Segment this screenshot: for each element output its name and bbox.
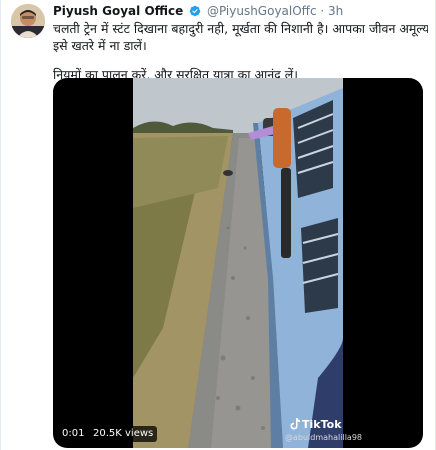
handle[interactable]: @PiyushGoyalOffc xyxy=(207,4,317,18)
tweet-text-line: चलती ट्रेन में स्टंट दिखाना बहादुरी नही,… xyxy=(53,21,428,36)
video-view-count: 20.5K views xyxy=(89,426,158,442)
video-player[interactable]: TikTok @abuldmahalilla98 0:01 20.5K view… xyxy=(53,78,423,448)
tweet[interactable]: Piyush Goyal Office @PiyushGoyalOffc · 3… xyxy=(0,0,436,450)
display-name[interactable]: Piyush Goyal Office xyxy=(53,4,183,18)
timestamp[interactable]: 3h xyxy=(328,4,343,18)
tiktok-watermark: TikTok xyxy=(290,418,342,431)
verified-badge-icon xyxy=(189,5,201,17)
video-elapsed-time: 0:01 xyxy=(58,426,89,442)
separator-dot: · xyxy=(320,4,325,18)
tweet-header: Piyush Goyal Office @PiyushGoyalOffc · 3… xyxy=(53,3,343,19)
tweet-text: चलती ट्रेन में स्टंट दिखाना बहादुरी नही,… xyxy=(53,20,428,83)
tweet-text-line: इसे खतरे में ना डालें। xyxy=(53,38,147,53)
video-frame[interactable] xyxy=(133,78,343,448)
tiktok-logo-icon xyxy=(290,418,300,430)
tiktok-username: @abuldmahalilla98 xyxy=(285,433,362,442)
avatar[interactable] xyxy=(11,4,45,38)
tiktok-brand: TikTok xyxy=(302,418,342,431)
